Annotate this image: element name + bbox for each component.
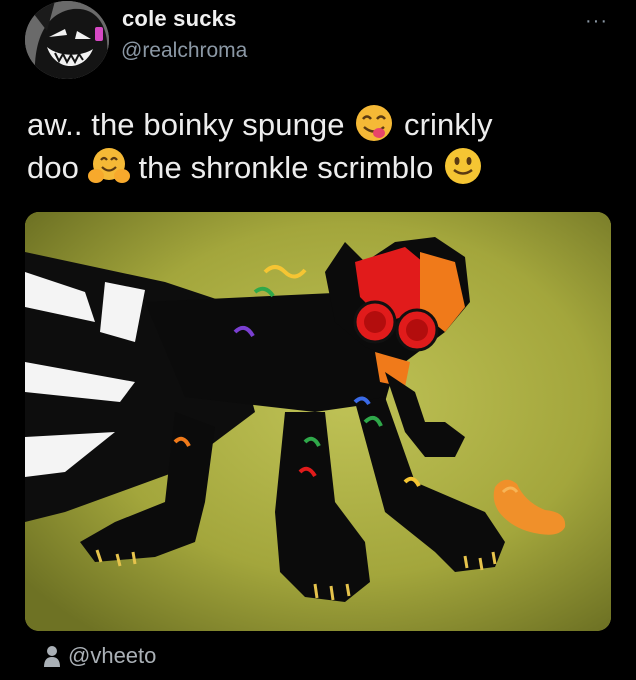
face-savoring-food-emoji — [353, 103, 395, 143]
tweet-text-segment: the shronkle scrimblo — [138, 150, 434, 185]
author-display-name[interactable]: cole sucks — [122, 6, 237, 32]
tweet-media-image[interactable] — [25, 212, 611, 631]
tweet-header: cole sucks @realchroma ··· — [0, 0, 636, 100]
tagged-user-handle[interactable]: @vheeto — [68, 643, 156, 669]
hugging-face-emoji — [87, 146, 130, 186]
tweet-text: aw.. the boinky spunge crinkly doo the s… — [27, 103, 617, 189]
author-avatar[interactable] — [25, 1, 109, 79]
tweet-text-segment: doo — [27, 150, 80, 185]
tweet-text-segment: aw.. the boinky spunge — [27, 107, 345, 142]
author-handle[interactable]: @realchroma — [121, 39, 247, 63]
cartoon-cat-with-cheese-puff-image — [25, 212, 611, 631]
avatar-face-icon — [25, 1, 109, 79]
tweet-text-segment: crinkly — [404, 107, 493, 142]
more-options-icon[interactable]: ··· — [585, 10, 608, 33]
slightly-smiling-face-emoji — [442, 146, 484, 186]
person-icon — [44, 645, 60, 667]
